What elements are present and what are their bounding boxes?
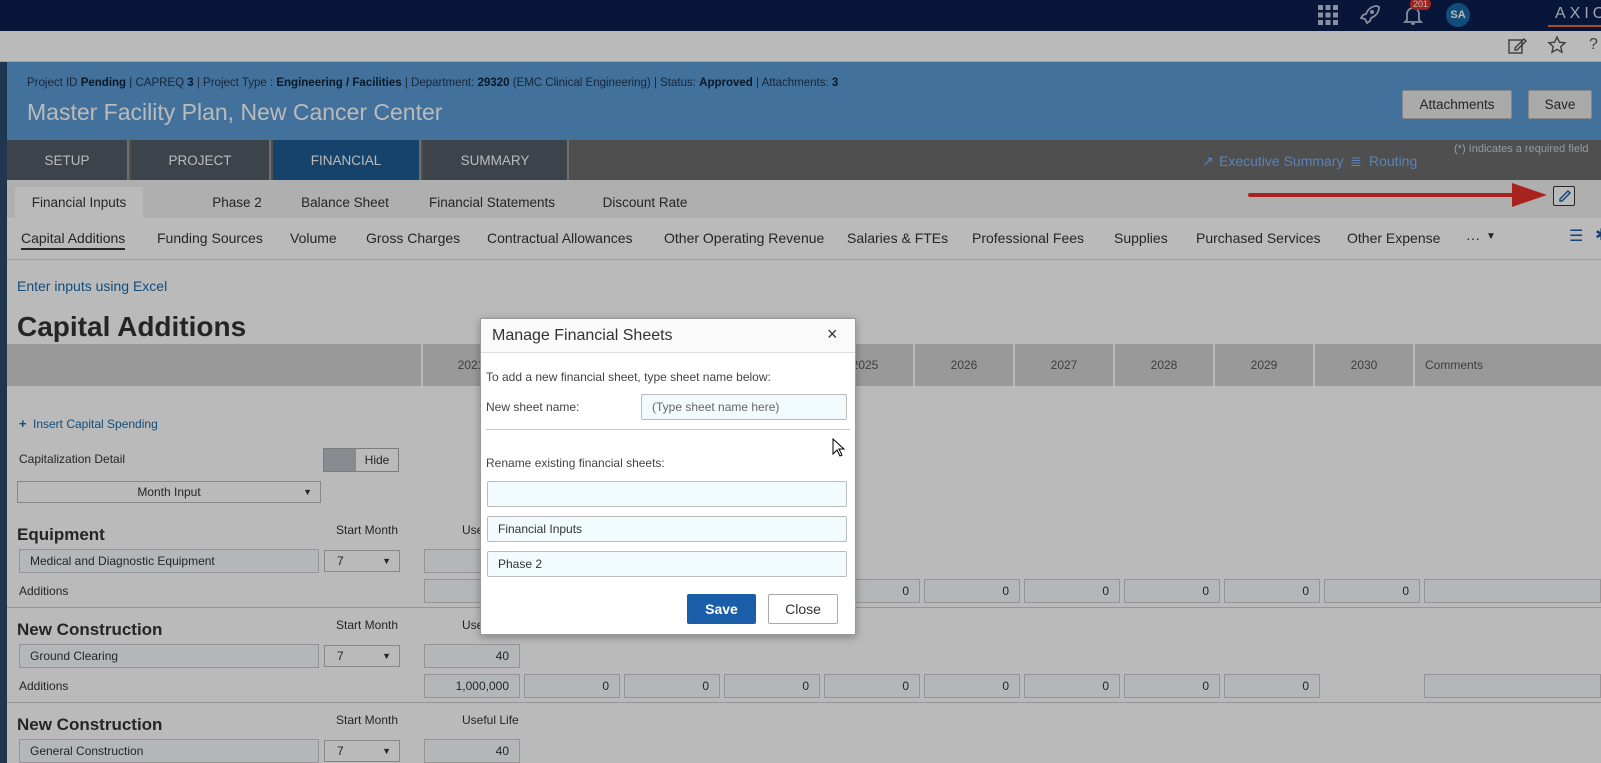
rename-sheet-field[interactable] bbox=[487, 481, 847, 507]
dialog-title: Manage Financial Sheets bbox=[492, 327, 673, 344]
dialog-divider bbox=[486, 429, 850, 430]
rename-sheet-field[interactable]: Financial Inputs bbox=[487, 516, 847, 542]
close-icon[interactable]: × bbox=[827, 325, 838, 343]
mouse-cursor-icon bbox=[832, 438, 846, 457]
new-sheet-name-label: New sheet name: bbox=[486, 400, 580, 414]
rename-sheet-field[interactable]: Phase 2 bbox=[487, 551, 847, 577]
manage-financial-sheets-dialog: Manage Financial Sheets × To add a new f… bbox=[480, 318, 856, 635]
dialog-close-button[interactable]: Close bbox=[768, 594, 838, 624]
dialog-header: Manage Financial Sheets × bbox=[481, 319, 855, 353]
new-sheet-name-input[interactable]: (Type sheet name here) bbox=[641, 394, 847, 420]
add-sheet-instruction: To add a new financial sheet, type sheet… bbox=[486, 370, 771, 384]
dialog-save-button[interactable]: Save bbox=[687, 594, 756, 624]
new-sheet-name-placeholder: (Type sheet name here) bbox=[652, 400, 780, 414]
rename-sheets-label: Rename existing financial sheets: bbox=[486, 456, 665, 470]
